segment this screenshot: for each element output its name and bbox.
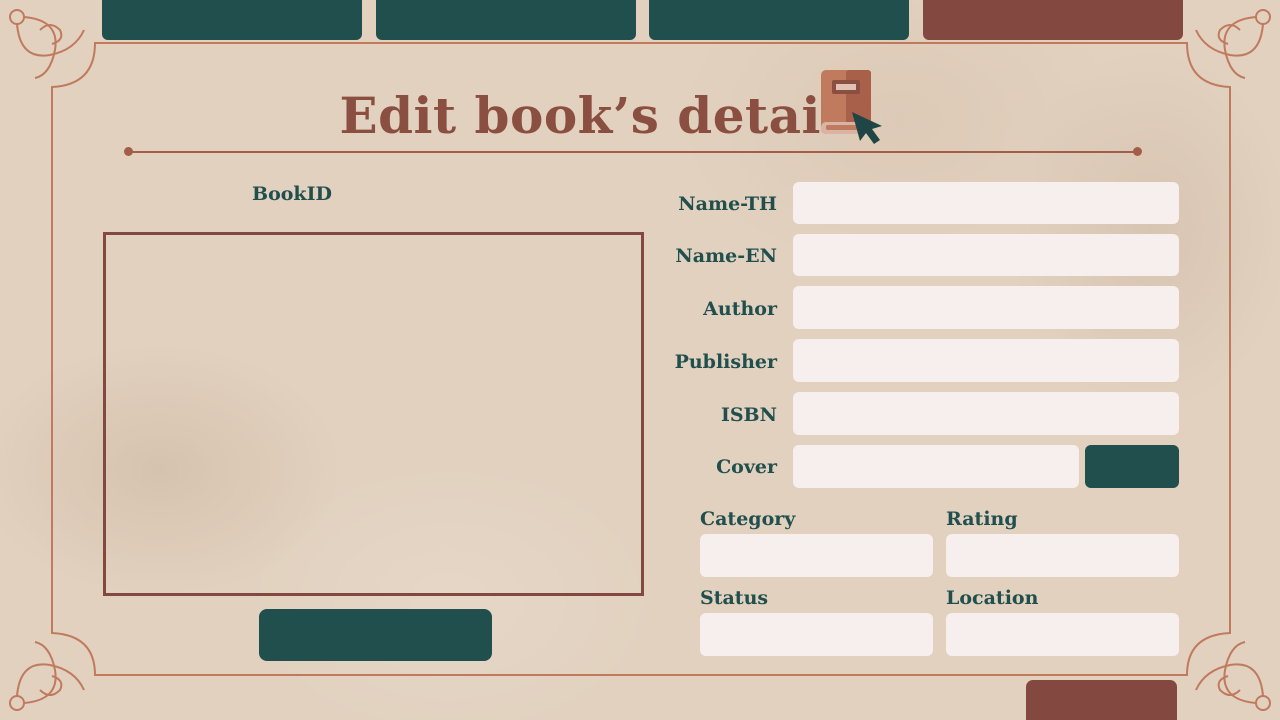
name-en-label: Name-EN: [675, 245, 777, 267]
status-label: Status: [700, 587, 769, 609]
bookid-label: BookID: [252, 183, 332, 205]
author-input[interactable]: [793, 286, 1179, 329]
location-label: Location: [946, 587, 1039, 609]
cover-label: Cover: [716, 456, 777, 478]
nav-tab-4[interactable]: [923, 0, 1183, 40]
name-en-input[interactable]: [793, 234, 1179, 276]
category-input[interactable]: [700, 534, 933, 577]
name-th-label: Name-TH: [678, 193, 777, 215]
divider-dot-left: [124, 147, 133, 156]
upload-image-button[interactable]: [259, 609, 492, 661]
divider-dot-right: [1133, 147, 1142, 156]
book-cursor-icon: [821, 70, 882, 144]
page-title: Edit book’s detail: [339, 86, 841, 145]
publisher-input[interactable]: [793, 339, 1179, 382]
cover-input[interactable]: [793, 445, 1079, 488]
status-input[interactable]: [700, 613, 933, 656]
author-label: Author: [703, 298, 777, 320]
nav-tab-1[interactable]: [102, 0, 362, 40]
cover-image-preview: [103, 232, 644, 596]
rating-input[interactable]: [946, 534, 1179, 577]
rating-label: Rating: [946, 508, 1018, 530]
title-divider: [128, 151, 1138, 153]
submit-button[interactable]: [1026, 680, 1177, 720]
location-input[interactable]: [946, 613, 1179, 656]
isbn-input[interactable]: [793, 392, 1179, 435]
nav-tab-3[interactable]: [649, 0, 909, 40]
publisher-label: Publisher: [674, 351, 777, 373]
cover-browse-button[interactable]: [1085, 445, 1179, 488]
category-label: Category: [700, 508, 796, 530]
nav-tab-2[interactable]: [376, 0, 636, 40]
isbn-label: ISBN: [720, 404, 777, 426]
name-th-input[interactable]: [793, 182, 1179, 224]
